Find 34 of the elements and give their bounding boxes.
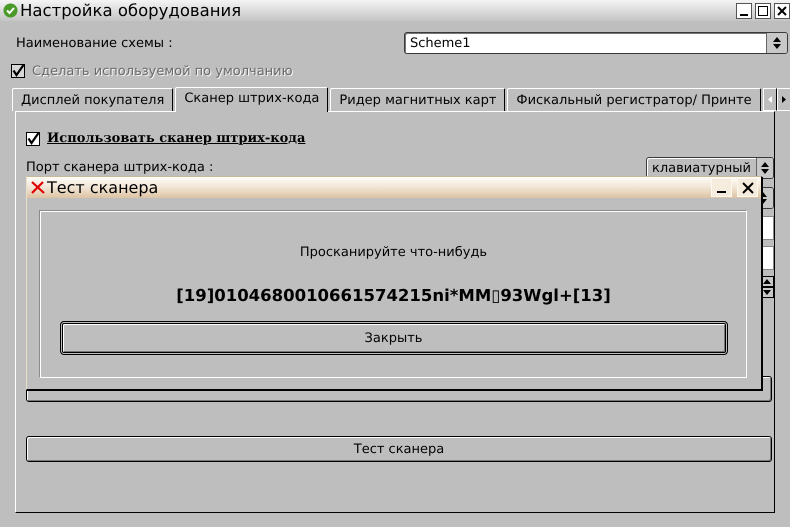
tab[interactable]: Дисплей покупателя xyxy=(12,88,174,111)
minimize-button[interactable] xyxy=(736,2,752,18)
checkbox-label: Сделать используемой по умолчанию xyxy=(32,64,293,78)
updown-arrow-icon xyxy=(773,37,781,49)
maximize-button[interactable] xyxy=(755,2,771,18)
updown-arrow-icon xyxy=(760,162,769,174)
window-title: Настройка оборудования xyxy=(20,1,242,20)
scan-prompt: Просканируйте что-нибудь xyxy=(300,245,488,260)
minimize-icon xyxy=(740,14,748,16)
app-icon xyxy=(3,3,18,18)
checkbox-label: Использовать сканер штрих-кода xyxy=(47,131,306,146)
close-icon xyxy=(777,6,787,16)
up-arrow-icon xyxy=(763,279,771,284)
scroll-right-button[interactable] xyxy=(776,88,790,111)
scroll-left-button[interactable] xyxy=(762,88,777,111)
right-arrow-icon xyxy=(782,96,786,103)
checkbox[interactable] xyxy=(26,132,40,146)
scheme-dropdown[interactable]: Scheme1 xyxy=(404,32,788,54)
down-arrow-icon xyxy=(763,290,771,295)
tab[interactable]: Ридер магнитных карт xyxy=(330,88,506,111)
tab[interactable]: Сканер штрих-кода xyxy=(175,87,328,112)
minimize-icon xyxy=(717,190,726,192)
port-label: Порт сканера штрих-кода : xyxy=(26,160,214,174)
cross-icon xyxy=(31,181,45,194)
left-arrow-icon xyxy=(768,96,772,103)
test-scanner-button[interactable]: Тест сканера xyxy=(26,436,772,462)
scheme-name-label: Наименование схемы : xyxy=(15,36,174,50)
close-button[interactable] xyxy=(774,2,790,18)
tab[interactable]: Фискальный регистратор/ Принте xyxy=(507,88,761,111)
close-icon xyxy=(742,182,754,194)
scanned-code: [19]0104680010661574215ni*MM▯93Wgl+[13] xyxy=(176,286,611,305)
close-dialog-button[interactable]: Закрыть xyxy=(62,323,726,353)
dialog-title: Тест сканера xyxy=(47,178,160,197)
maximize-icon xyxy=(758,6,768,16)
